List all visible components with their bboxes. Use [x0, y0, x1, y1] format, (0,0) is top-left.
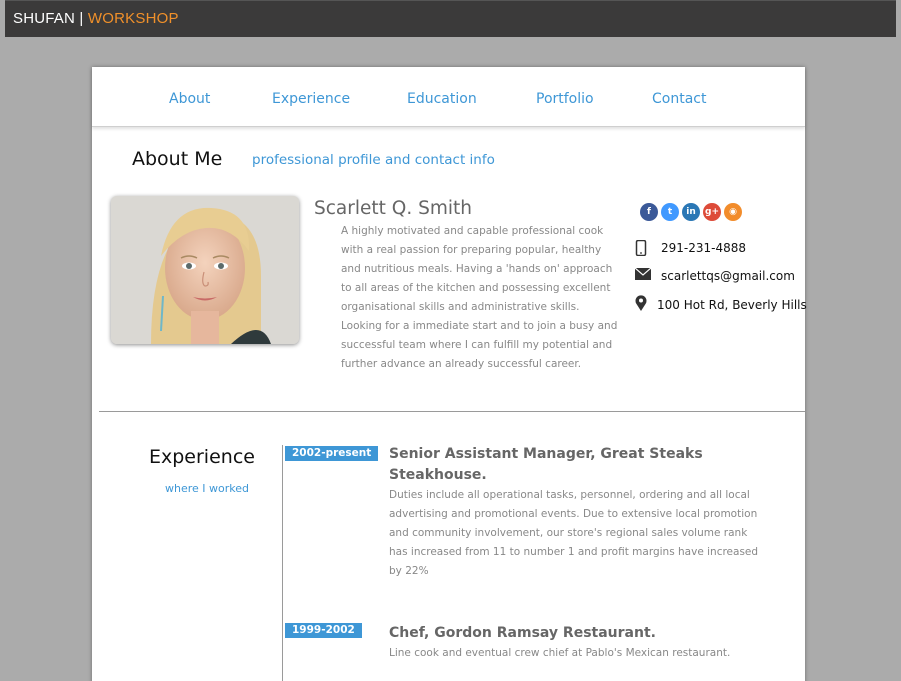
- experience-subheading: where I worked: [165, 482, 249, 495]
- social-links: f t in g+ ◉: [640, 203, 742, 221]
- job-title: Senior Assistant Manager, Great Steaks S…: [389, 446, 703, 483]
- nav-contact[interactable]: Contact: [652, 91, 706, 107]
- about-subheading: professional profile and contact info: [252, 152, 495, 168]
- top-bar: SHUFAN | WORKSHOP: [5, 0, 896, 37]
- job-description: Duties include all operational tasks, pe…: [389, 489, 759, 577]
- profile-photo: [111, 196, 299, 344]
- job-years: 1999-2002: [285, 623, 362, 638]
- about-heading: About Me: [132, 148, 223, 170]
- brand-separator: |: [79, 10, 84, 27]
- email-address[interactable]: scarlettqs@gmail.com: [661, 269, 795, 283]
- experience-heading: Experience: [149, 446, 255, 468]
- google-plus-icon[interactable]: g+: [703, 203, 721, 221]
- twitter-icon[interactable]: t: [661, 203, 679, 221]
- nav-experience[interactable]: Experience: [272, 91, 350, 107]
- profile-bio: A highly motivated and capable professio…: [341, 225, 618, 370]
- phone-number: 291-231-4888: [661, 241, 747, 255]
- profile-name: Scarlett Q. Smith: [314, 198, 472, 219]
- linkedin-icon[interactable]: in: [682, 203, 700, 221]
- timeline-line: [282, 445, 283, 681]
- nav-portfolio[interactable]: Portfolio: [536, 91, 594, 107]
- main-nav: About Experience Education Portfolio Con…: [92, 67, 805, 127]
- rss-icon[interactable]: ◉: [724, 203, 742, 221]
- street-address: 100 Hot Rd, Beverly Hills: [657, 298, 807, 312]
- section-divider: [99, 411, 805, 412]
- resume-card: About Experience Education Portfolio Con…: [92, 67, 807, 681]
- location-pin-icon: [635, 295, 647, 311]
- job-title: Chef, Gordon Ramsay Restaurant.: [389, 625, 656, 641]
- brand-workshop: WORKSHOP: [87, 10, 179, 27]
- envelope-icon: [635, 268, 651, 280]
- nav-education[interactable]: Education: [407, 91, 477, 107]
- job-years: 2002-present: [285, 446, 379, 461]
- brand-logo[interactable]: SHUFAN | WORKSHOP: [13, 10, 179, 27]
- facebook-icon[interactable]: f: [640, 203, 658, 221]
- job-description: Line cook and eventual crew chief at Pab…: [389, 647, 731, 659]
- brand-name: SHUFAN: [13, 10, 76, 27]
- phone-icon: [635, 240, 647, 256]
- nav-about[interactable]: About: [169, 91, 210, 107]
